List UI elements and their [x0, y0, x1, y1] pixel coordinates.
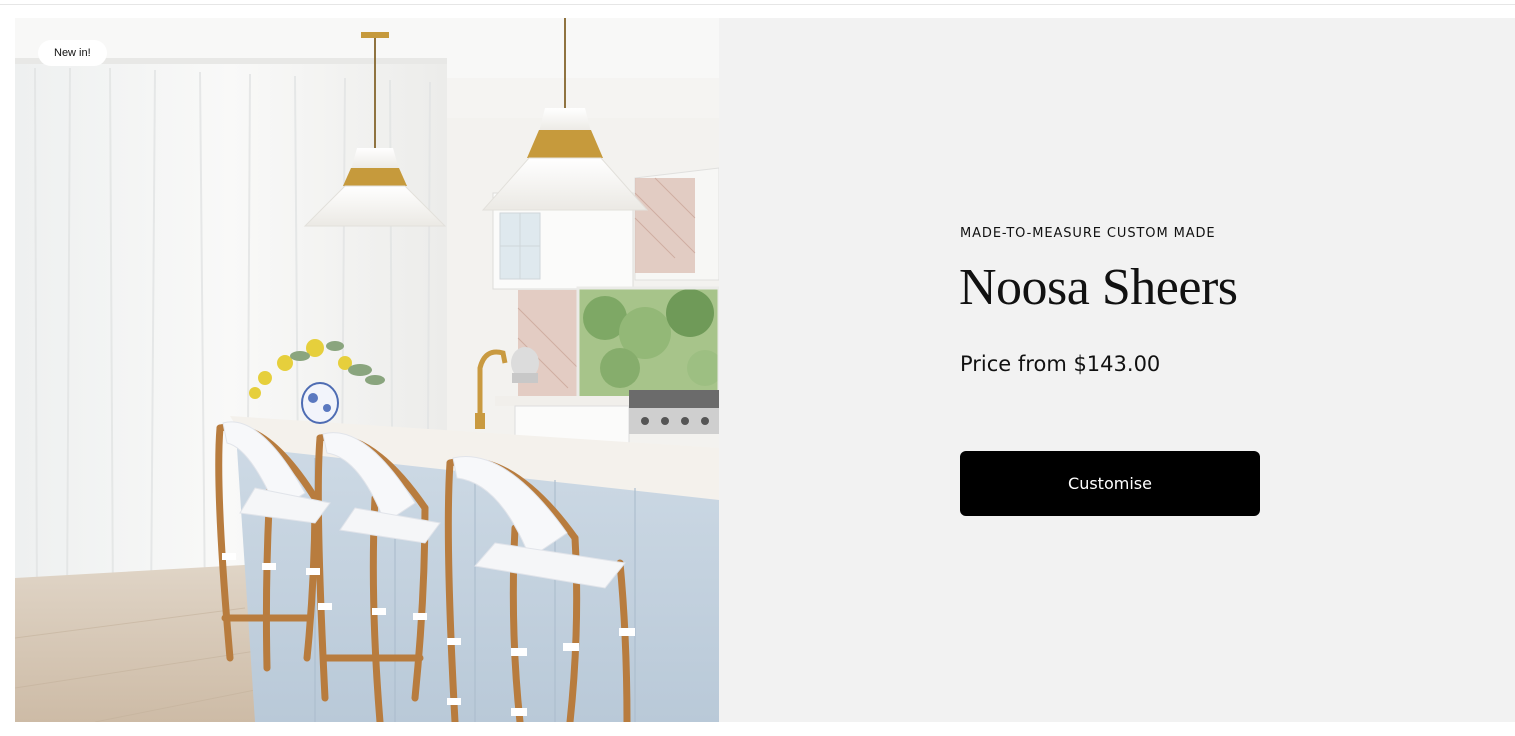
product-hero: New in! MADE-TO-MEASURE CUSTOM MADE Noos…	[15, 18, 1515, 722]
customise-button[interactable]: Customise	[960, 451, 1260, 516]
product-info-panel: MADE-TO-MEASURE CUSTOM MADE Noosa Sheers…	[719, 18, 1515, 722]
product-title: Noosa Sheers	[959, 259, 1238, 316]
product-category-label: MADE-TO-MEASURE CUSTOM MADE	[960, 226, 1216, 241]
product-image: New in!	[15, 18, 719, 722]
product-price: Price from $143.00	[960, 352, 1161, 376]
new-in-badge: New in!	[38, 40, 107, 66]
top-divider	[0, 4, 1515, 5]
kitchen-photo	[15, 18, 719, 722]
